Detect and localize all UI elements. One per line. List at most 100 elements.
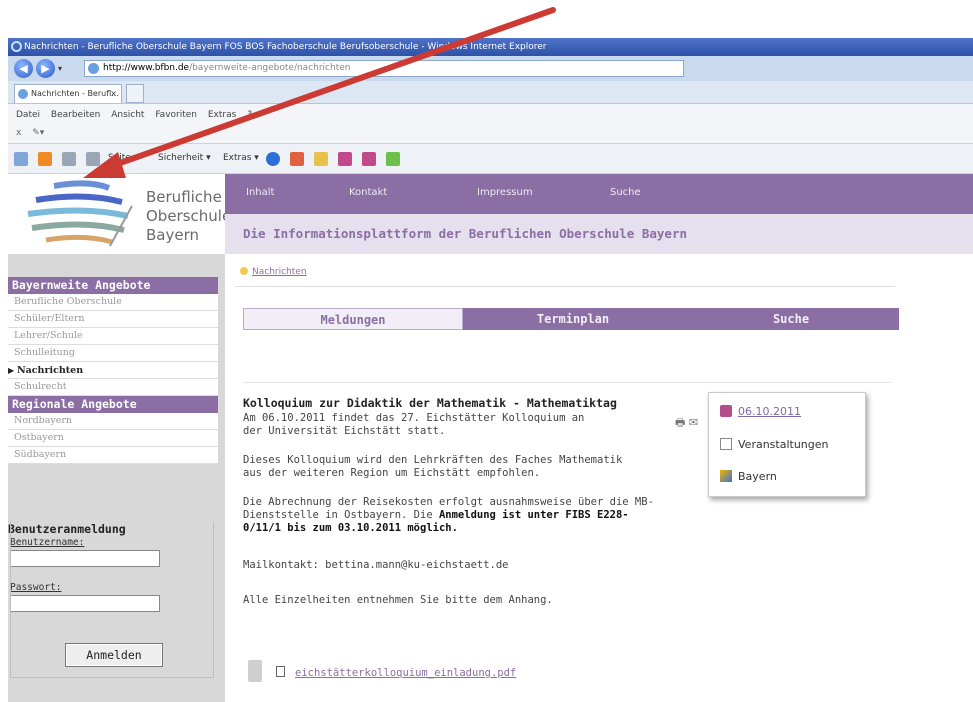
nav-kontakt[interactable]: Kontakt — [349, 187, 387, 198]
paragraph-3-line-2a: Dienststelle in Ostbayern. Die — [243, 509, 439, 521]
nav-suche[interactable]: Suche — [610, 187, 641, 198]
breadcrumb-divider — [235, 286, 895, 287]
menu-close-x[interactable]: x — [16, 128, 21, 138]
print-icon[interactable] — [86, 152, 100, 166]
calendar-icon — [720, 405, 732, 417]
read-mail-icon[interactable] — [62, 152, 76, 166]
nav-impressum[interactable]: Impressum — [477, 187, 533, 198]
sidebar-item-schueler-eltern[interactable]: Schüler/Eltern — [8, 311, 218, 328]
sidebar-item-nachrichten[interactable]: ▶ Nachrichten — [8, 362, 218, 379]
bavaria-flag-icon — [720, 470, 732, 482]
help-icon[interactable] — [266, 152, 280, 166]
document-icon — [275, 666, 285, 677]
menu-favoriten[interactable]: Favoriten — [155, 110, 197, 120]
site-tagline: Die Informationsplattform der Berufliche… — [243, 226, 688, 241]
paragraph-3-line-3-bold: 0/11/1 bis zum 03.10.2011 möglich. — [243, 522, 458, 534]
paragraph-2-line-2: aus der weiteren Region um Eichstätt emp… — [243, 467, 541, 479]
addon-icon[interactable] — [290, 152, 304, 166]
print-article-icon[interactable]: 🖶 — [675, 416, 685, 429]
address-bar[interactable]: http://www.bfbn.de/bayernweite-angebote/… — [84, 60, 684, 77]
menu-datei[interactable]: Datei — [16, 110, 40, 120]
sidebar-heading-regionale[interactable]: Regionale Angebote — [8, 396, 218, 413]
tab-label: Nachrichten - Berufl... — [31, 89, 119, 98]
menu-bearbeiten[interactable]: Bearbeiten — [51, 110, 100, 120]
logo-line-bayern: Bayern — [146, 226, 199, 244]
browser-tab-nachrichten[interactable]: Nachrichten - Berufl... × — [14, 84, 122, 103]
onenote-icon[interactable] — [338, 152, 352, 166]
forward-button[interactable]: ▶ — [36, 59, 55, 78]
menu-help[interactable]: ? — [247, 110, 252, 120]
security-menu[interactable]: Sicherheit ▾ — [158, 153, 211, 163]
command-bar: Seite ▾ Sicherheit ▾ Extras ▾ — [8, 144, 973, 174]
paragraph-3-line-3: 0/11/1 bis zum 03.10.2011 möglich. — [243, 522, 458, 535]
tab-favicon-icon — [18, 89, 28, 99]
menu-ansicht[interactable]: Ansicht — [111, 110, 144, 120]
screenshot-root: Nachrichten - Berufliche Oberschule Baye… — [0, 0, 973, 702]
sidebar-heading-bayernweite[interactable]: Bayernweite Angebote — [8, 277, 218, 294]
article-title: Kolloquium zur Didaktik der Mathematik -… — [243, 396, 617, 410]
tools-menu[interactable]: Extras ▾ — [223, 153, 259, 163]
new-tab-button[interactable] — [126, 84, 144, 103]
web-page: Berufliche Oberschule Bayern Inhalt Kont… — [8, 174, 973, 702]
sidebar-item-schulleitung[interactable]: Schulleitung — [8, 345, 218, 362]
bayernweite-nav: Bayernweite Angebote Berufliche Oberschu… — [8, 277, 218, 464]
active-marker-icon: ▶ — [8, 365, 17, 375]
attachment-row: eichstätterkolloquium_einladung.pdf — [248, 660, 516, 682]
menu-extras[interactable]: Extras — [208, 110, 236, 120]
sidebar-item-nachrichten-label: Nachrichten — [16, 365, 84, 376]
ie-icon — [11, 41, 22, 52]
window-title: Nachrichten - Berufliche Oberschule Baye… — [24, 42, 547, 52]
tab-terminplan[interactable]: Terminplan — [463, 308, 683, 330]
tab-meldungen[interactable]: Meldungen — [243, 308, 463, 330]
tab-strip: Nachrichten - Berufl... × — [8, 81, 973, 104]
address-toolbar: ◀ ▶ ▾ http://www.bfbn.de/bayernweite-ang… — [8, 56, 973, 81]
sidebar-item-nordbayern[interactable]: Nordbayern — [8, 413, 218, 430]
login-button[interactable]: Anmelden — [65, 643, 163, 667]
info-date-link[interactable]: 06.10.2011 — [738, 405, 801, 418]
tagline-bar: Die Informationsplattform der Berufliche… — [225, 214, 973, 254]
history-dropdown-icon[interactable]: ▾ — [58, 64, 62, 73]
paragraph-3-line-2: Dienststelle in Ostbayern. Die Anmeldung… — [243, 509, 629, 522]
sidebar-item-berufliche-oberschule[interactable]: Berufliche Oberschule — [8, 294, 218, 311]
paragraph-3-line-2b: Anmeldung ist unter FIBS E228- — [438, 509, 629, 521]
sidebar-item-ostbayern[interactable]: Ostbayern — [8, 430, 218, 447]
rss-feed-icon[interactable] — [38, 152, 52, 166]
info-category-row: Veranstaltungen — [720, 438, 829, 451]
site-logo[interactable]: Berufliche Oberschule Bayern — [8, 174, 231, 254]
logo-line-berufliche: Berufliche — [146, 188, 222, 206]
address-host: http://www.bfbn.de — [103, 63, 190, 73]
page-menu[interactable]: Seite ▾ — [108, 153, 138, 163]
paragraph-1-line-1: Am 06.10.2011 findet das 27. Eichstätter… — [243, 412, 585, 424]
left-sidebar: Bayernweite Angebote Berufliche Oberschu… — [8, 254, 225, 702]
window-titlebar: Nachrichten - Berufliche Oberschule Baye… — [8, 38, 973, 56]
skype-icon[interactable] — [386, 152, 400, 166]
content-tabs: Meldungen Terminplan Suche — [243, 308, 899, 330]
menu-bar: Datei Bearbeiten Ansicht Favoriten Extra… — [8, 104, 973, 144]
email-article-icon[interactable]: ✉ — [689, 416, 698, 429]
details-note: Alle Einzelheiten entnehmen Sie bitte de… — [243, 594, 553, 606]
sidebar-item-suedbayern[interactable]: Südbayern — [8, 447, 218, 464]
convert-icon[interactable]: ✎▾ — [32, 128, 44, 138]
address-path: /bayernweite-angebote/nachrichten — [189, 63, 351, 73]
research-icon[interactable] — [362, 152, 376, 166]
pen-icon[interactable] — [314, 152, 328, 166]
login-box: Benutzeranmeldung Benutzername: Passwort… — [8, 522, 218, 678]
attachment-link[interactable]: eichstätterkolloquium_einladung.pdf — [295, 667, 516, 679]
back-button[interactable]: ◀ — [14, 59, 33, 78]
nav-inhalt[interactable]: Inhalt — [246, 187, 274, 198]
sidebar-item-schulrecht[interactable]: Schulrecht — [8, 379, 218, 396]
breadcrumb[interactable]: Nachrichten — [240, 267, 307, 277]
tab-suche[interactable]: Suche — [683, 308, 899, 330]
site-top-nav: Inhalt Kontakt Impressum Suche — [225, 174, 973, 214]
tab-close-icon[interactable]: × — [110, 85, 117, 103]
logo-stripes-icon — [27, 180, 133, 247]
sidebar-item-lehrer-schule[interactable]: Lehrer/Schule — [8, 328, 218, 345]
page-favicon-icon — [88, 63, 99, 74]
content-divider — [243, 382, 891, 383]
info-region-row: Bayern — [720, 470, 777, 483]
info-date-row: 06.10.2011 — [720, 405, 801, 418]
home-icon[interactable] — [14, 152, 28, 166]
attachment-clip-icon — [248, 660, 262, 682]
paragraph-3-line-1: Die Abrechnung der Reisekosten erfolgt a… — [243, 496, 654, 508]
article-info-box: 06.10.2011 Veranstaltungen Bayern — [708, 392, 866, 497]
